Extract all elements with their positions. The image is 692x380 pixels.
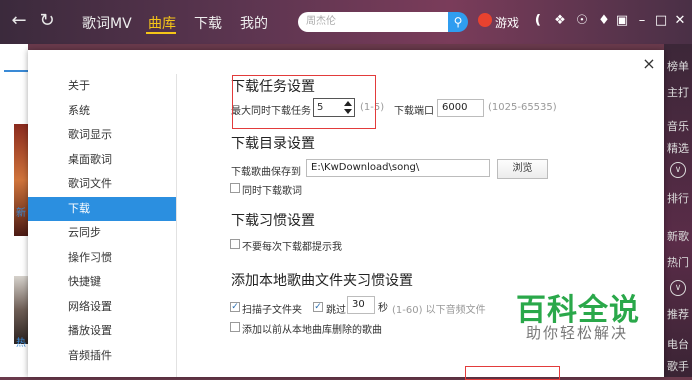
right-label[interactable]: 歌手 [664, 358, 692, 374]
back-icon[interactable]: ← [8, 10, 30, 32]
menu-item-playback[interactable]: 播放设置 [28, 319, 176, 344]
right-label[interactable]: 榜单 [664, 58, 692, 74]
circle-arrow-icon[interactable]: ∨ [670, 162, 686, 178]
maximize-icon[interactable]: □ [653, 12, 669, 30]
right-label[interactable]: 推荐 [664, 306, 692, 322]
right-label[interactable]: 排行 [664, 190, 692, 206]
right-label[interactable]: 热门 [664, 254, 692, 270]
download-lyrics-label: 同时下载歌词 [242, 186, 302, 197]
browse-button[interactable]: 浏览 [497, 159, 548, 179]
right-label[interactable]: 精选 [664, 140, 692, 156]
section-title-local-folder: 添加本地歌曲文件夹习惯设置 [231, 273, 413, 289]
nav-mine[interactable]: 我的 [240, 13, 268, 33]
refresh-icon[interactable]: ↻ [36, 10, 58, 32]
nav-library[interactable]: 曲库 [148, 13, 176, 33]
skin-icon[interactable]: ❪ [530, 12, 546, 30]
save-path-input[interactable]: E:\KwDownload\song\ [306, 159, 490, 177]
skip-short-checkbox[interactable]: ✓ [313, 302, 323, 312]
album-thumbnail[interactable] [14, 124, 28, 236]
menu-item-download[interactable]: 下载 [28, 196, 176, 221]
section-title-directory: 下载目录设置 [231, 136, 315, 152]
highlight-box [232, 75, 376, 129]
scan-subfolders-checkbox[interactable]: ✓ [230, 302, 240, 312]
top-bar: ← ↻ 歌词MV 曲库 下载 我的 周杰伦 ⚲ 游戏 ❪ ❖ ☉ ♦ ▣ – □… [0, 0, 692, 44]
no-prompt-label: 不要每次下载都提示我 [242, 242, 342, 253]
section-title-habits: 下载习惯设置 [231, 213, 315, 229]
skip-hint: (1-60) 以下音频文件 [392, 305, 486, 316]
nav-active-underline [146, 32, 176, 34]
search-input[interactable]: 周杰伦 [298, 12, 448, 32]
seconds-label: 秒 [378, 303, 388, 314]
right-label[interactable]: 主打 [664, 84, 692, 100]
menu-divider [176, 74, 177, 377]
scan-subfolders-label: 扫描子文件夹 [242, 305, 302, 316]
close-icon[interactable]: × [641, 56, 657, 72]
watermark-subtitle: 助你轻松解决 [526, 324, 629, 342]
menu-item-network[interactable]: 网络设置 [28, 295, 176, 320]
right-label[interactable]: 新歌 [664, 228, 692, 244]
menu-item-system[interactable]: 系统 [28, 99, 176, 124]
port-input[interactable]: 6000 [437, 99, 484, 117]
menu-item-about[interactable]: 关于 [28, 74, 176, 99]
circle-arrow-icon[interactable]: ∨ [670, 280, 686, 296]
search-icon[interactable]: ⚲ [448, 12, 468, 32]
minimize-icon[interactable]: – [634, 12, 650, 30]
message-icon[interactable]: ☉ [574, 12, 590, 30]
download-lyrics-checkbox[interactable] [230, 183, 240, 193]
side-label-hot[interactable]: 热 [16, 334, 26, 349]
background-right-panel: 榜单 主打 音乐 精选 ∨ 排行 新歌 热门 ∨ 推荐 电台 歌手 [664, 44, 692, 377]
highlight-box [465, 366, 560, 380]
no-prompt-checkbox[interactable] [230, 239, 240, 249]
gift-icon[interactable]: ♦ [596, 12, 612, 30]
right-label[interactable]: 音乐 [664, 118, 692, 134]
settings-menu: 关于 系统 歌词显示 桌面歌词 歌词文件 下载 云同步 操作习惯 快捷键 网络设… [28, 74, 176, 368]
menu-item-habits[interactable]: 操作习惯 [28, 246, 176, 271]
save-path-label: 下载歌曲保存到 [231, 167, 301, 178]
add-deleted-label: 添加以前从本地曲库删除的歌曲 [242, 325, 382, 336]
nav-download[interactable]: 下载 [194, 13, 222, 33]
skip-label: 跳过 [326, 305, 346, 316]
menu-icon[interactable]: ▣ [614, 12, 630, 30]
menu-item-audio-plugins[interactable]: 音频插件 [28, 344, 176, 369]
window-close-icon[interactable]: ✕ [672, 12, 688, 30]
menu-item-shortcuts[interactable]: 快捷键 [28, 270, 176, 295]
side-label-new[interactable]: 新 [16, 204, 26, 219]
menu-item-lyrics-display[interactable]: 歌词显示 [28, 123, 176, 148]
port-label: 下载端口 [394, 106, 434, 117]
menu-item-desktop-lyrics[interactable]: 桌面歌词 [28, 148, 176, 173]
menu-item-lyrics-file[interactable]: 歌词文件 [28, 172, 176, 197]
tools-icon[interactable]: ❖ [552, 12, 568, 30]
menu-item-cloud-sync[interactable]: 云同步 [28, 221, 176, 246]
background-left-panel: 新 热 [0, 44, 28, 377]
game-icon[interactable] [478, 13, 492, 27]
skip-seconds-input[interactable]: 30 [347, 296, 375, 314]
port-hint: (1025-65535) [488, 102, 557, 113]
game-link[interactable]: 游戏 [495, 14, 519, 31]
right-label[interactable]: 电台 [664, 336, 692, 352]
tab-underline [4, 70, 28, 72]
nav-lyrics-mv[interactable]: 歌词MV [82, 13, 132, 33]
add-deleted-checkbox[interactable] [230, 322, 240, 332]
